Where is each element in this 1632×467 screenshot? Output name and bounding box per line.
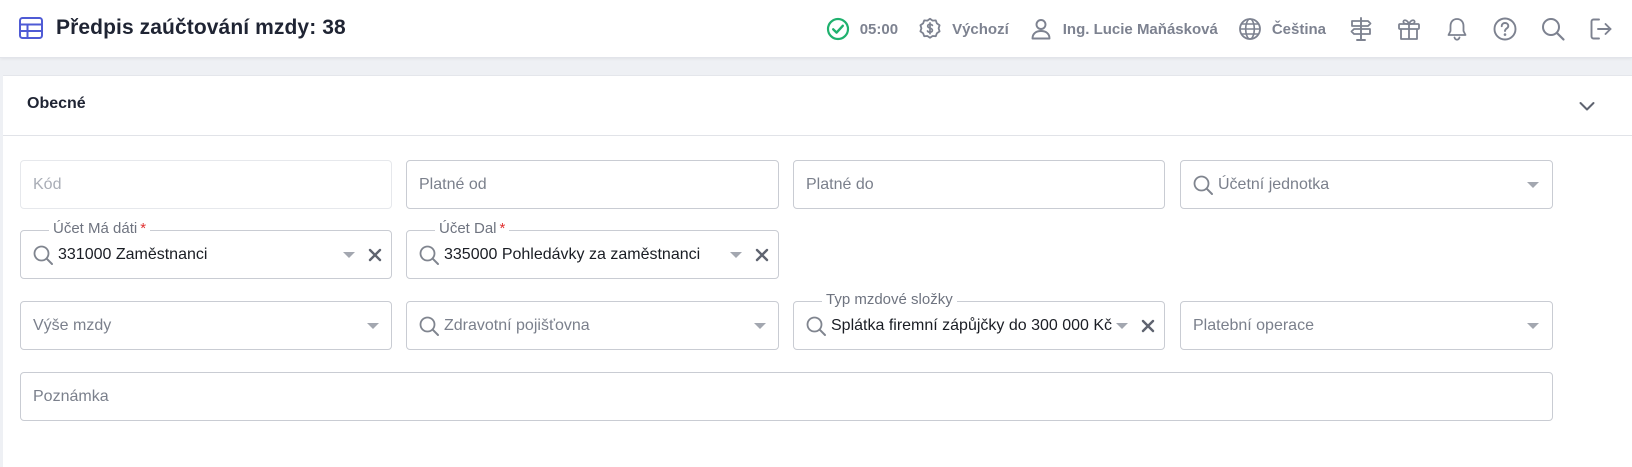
help-icon bbox=[1492, 16, 1518, 42]
section-header[interactable]: Obecné bbox=[3, 76, 1632, 136]
caret-down-icon[interactable] bbox=[754, 323, 766, 329]
search-icon bbox=[418, 315, 440, 337]
note-field[interactable]: Poznámka bbox=[20, 372, 1553, 421]
wage-amount-placeholder: Výše mzdy bbox=[33, 317, 112, 334]
globe-icon bbox=[1238, 17, 1262, 41]
gift-icon bbox=[1396, 16, 1422, 42]
logout-icon bbox=[1588, 16, 1614, 42]
logout-button[interactable] bbox=[1588, 9, 1614, 49]
credit-account-value: 335000 Pohledávky za zaměstnanci bbox=[444, 246, 701, 263]
credit-account-label: Účet Dal * bbox=[435, 220, 510, 237]
required-marker: * bbox=[140, 220, 147, 237]
top-bar: Předpis zaúčtování mzdy: 38 05:00 Výchoz… bbox=[0, 0, 1632, 58]
close-icon[interactable] bbox=[366, 246, 384, 264]
wage-component-type-value: Splátka firemní zápůjčky do 300 000 Kč bbox=[831, 317, 1113, 334]
health-insurance-placeholder: Zdravotní pojišťovna bbox=[444, 317, 590, 334]
health-insurance-select[interactable]: Zdravotní pojišťovna bbox=[406, 301, 779, 350]
valid-to-field[interactable]: Platné do bbox=[793, 160, 1165, 209]
signpost-icon bbox=[1348, 16, 1374, 42]
caret-down-icon[interactable] bbox=[1527, 323, 1539, 329]
code-field[interactable]: Kód bbox=[20, 160, 392, 209]
gift-button[interactable] bbox=[1396, 9, 1422, 49]
session-timer[interactable]: 05:00 bbox=[826, 9, 898, 49]
code-placeholder: Kód bbox=[33, 176, 62, 193]
table-icon bbox=[18, 16, 44, 40]
valid-from-placeholder: Platné od bbox=[419, 176, 487, 193]
debit-account-value: 331000 Zaměstnanci bbox=[58, 246, 208, 263]
debit-account-select[interactable]: Účet Má dáti * 331000 Zaměstnanci bbox=[20, 220, 392, 279]
caret-down-icon[interactable] bbox=[1527, 182, 1539, 188]
language-label: Čeština bbox=[1271, 20, 1326, 38]
valid-from-field[interactable]: Platné od bbox=[406, 160, 779, 209]
payment-operation-placeholder: Platební operace bbox=[1193, 317, 1314, 334]
check-circle-icon bbox=[826, 17, 850, 41]
payment-operation-select[interactable]: Platební operace bbox=[1180, 301, 1553, 350]
chevron-down-icon[interactable] bbox=[1576, 95, 1598, 117]
search-button[interactable] bbox=[1540, 9, 1566, 49]
search-icon bbox=[32, 244, 54, 266]
caret-down-icon[interactable] bbox=[367, 323, 379, 329]
header-actions: 05:00 Výchozí Ing. Lucie Maňásková Češti… bbox=[826, 0, 1632, 58]
signpost-button[interactable] bbox=[1348, 9, 1374, 49]
dollar-badge-icon bbox=[918, 17, 942, 41]
close-icon[interactable] bbox=[753, 246, 771, 264]
notifications-button[interactable] bbox=[1444, 9, 1470, 49]
search-icon bbox=[1540, 16, 1566, 42]
language-switcher[interactable]: Čeština bbox=[1238, 9, 1326, 49]
search-icon bbox=[1192, 174, 1214, 196]
caret-down-icon[interactable] bbox=[1116, 323, 1128, 329]
accounting-unit-select[interactable]: Účetní jednotka bbox=[1180, 160, 1553, 209]
accounting-unit-placeholder: Účetní jednotka bbox=[1218, 176, 1330, 193]
section-title: Obecné bbox=[27, 95, 86, 112]
currency-profile[interactable]: Výchozí bbox=[918, 9, 1009, 49]
form-card: Obecné Kód Platné od Platné do Účetní je… bbox=[3, 75, 1632, 467]
page-title: Předpis zaúčtování mzdy: 38 bbox=[56, 16, 346, 39]
user-name: Ing. Lucie Maňásková bbox=[1062, 20, 1218, 38]
session-time: 05:00 bbox=[859, 20, 899, 38]
wage-component-type-select[interactable]: Typ mzdové složky Splátka firemní zápůjč… bbox=[793, 291, 1165, 350]
user-icon bbox=[1029, 17, 1053, 41]
search-icon bbox=[418, 244, 440, 266]
wage-amount-select[interactable]: Výše mzdy bbox=[20, 301, 392, 350]
required-marker: * bbox=[499, 220, 506, 237]
valid-to-placeholder: Platné do bbox=[806, 176, 874, 193]
user-menu[interactable]: Ing. Lucie Maňásková bbox=[1029, 9, 1218, 49]
caret-down-icon[interactable] bbox=[730, 252, 742, 258]
credit-account-select[interactable]: Účet Dal * 335000 Pohledávky za zaměstnan… bbox=[406, 220, 779, 279]
currency-profile-label: Výchozí bbox=[952, 20, 1009, 38]
caret-down-icon[interactable] bbox=[343, 252, 355, 258]
search-icon bbox=[805, 315, 827, 337]
wage-component-type-label: Typ mzdové složky bbox=[822, 291, 957, 308]
title-area: Předpis zaúčtování mzdy: 38 bbox=[18, 10, 346, 46]
close-icon[interactable] bbox=[1139, 317, 1157, 335]
help-button[interactable] bbox=[1492, 9, 1518, 49]
bell-icon bbox=[1444, 16, 1470, 42]
note-placeholder: Poznámka bbox=[33, 388, 109, 405]
debit-account-label: Účet Má dáti * bbox=[49, 220, 151, 237]
